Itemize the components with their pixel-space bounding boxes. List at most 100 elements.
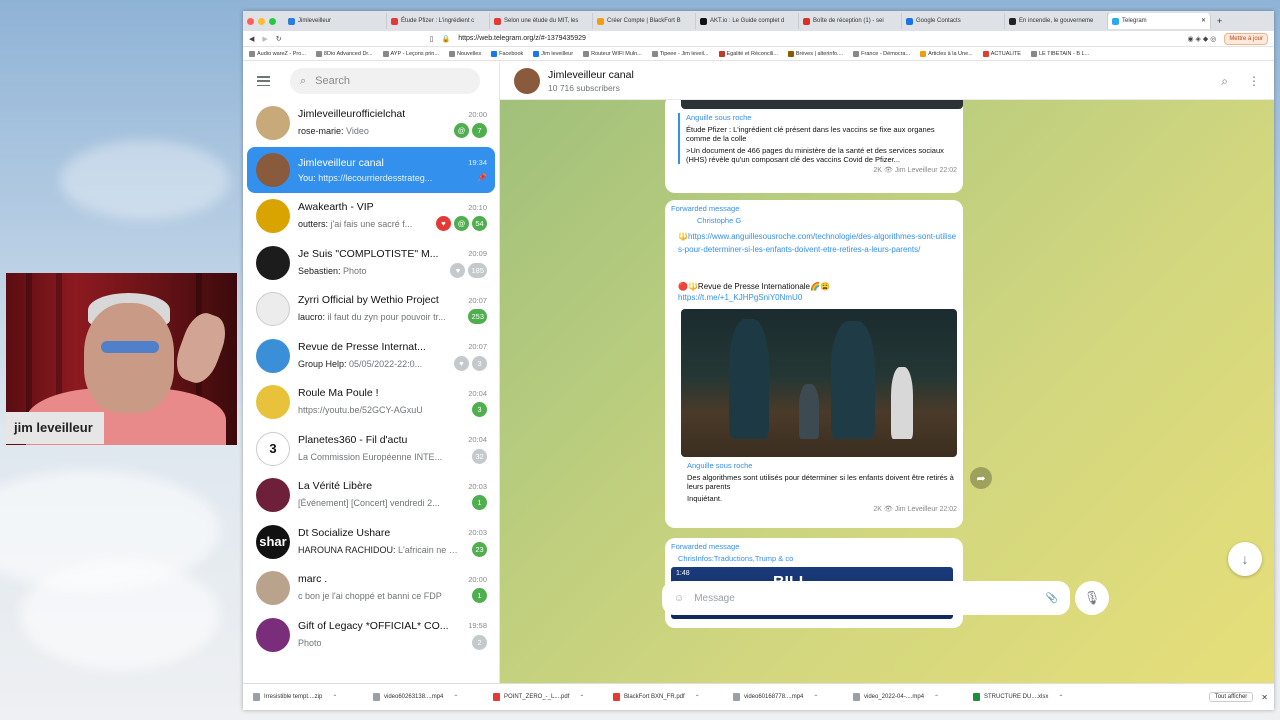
emoji-icon[interactable]: ☺ <box>674 593 684 604</box>
url-field[interactable]: https://web.telegram.org/z/#-1379435929 <box>458 35 1179 42</box>
message-bubble[interactable]: Anguille sous roche Étude Pfizer : L'ing… <box>665 95 963 193</box>
browser-window: Jimleveilleur Étude Pfizer : L'ingrédien… <box>243 11 1274 710</box>
bookmark-item[interactable]: Articles à la Une... <box>920 50 973 57</box>
search-icon[interactable]: ⌕ <box>1221 74 1228 89</box>
bookmark-item[interactable]: Routeur WIFI Muln... <box>583 50 642 57</box>
chat-list-item[interactable]: Jimleveilleurofficielchat 20:00 rose-marie… <box>247 100 495 147</box>
chat-list-item[interactable]: 3 Planetes360 - Fil d'actu 20:04 La Commis… <box>247 426 495 473</box>
browser-tab[interactable]: Étude Pfizer : L'ingrédient c <box>387 13 490 29</box>
chat-preview: Sebastien: Photo <box>298 266 367 276</box>
chat-list-item[interactable]: Roule Ma Poule ! 20:04 https://youtu.be/5… <box>247 379 495 426</box>
desktop-cloud <box>60 140 230 220</box>
search-input[interactable]: ⌕ Search <box>290 68 480 94</box>
download-item[interactable]: BlackFort BXN_FR.pdf ⌃ <box>613 693 733 701</box>
download-item[interactable]: video_2022-04-....mp4 ⌃ <box>853 693 973 701</box>
forward-icon[interactable]: ▶ <box>262 35 267 43</box>
chat-preview: Photo <box>298 638 322 648</box>
reload-icon[interactable]: ↻ <box>276 35 282 43</box>
telegram-app: ⌕ Search Jimleveilleurofficielchat 20:00 r… <box>243 62 1274 683</box>
message-meta: 2K 👁 Jim Leveilleur 22:02 <box>873 506 957 513</box>
chat-name: Zyrri Official by Wethio Project <box>298 294 439 307</box>
microphone-button[interactable]: 🎙 <box>1075 581 1109 615</box>
chat-list-item[interactable]: Gift of Legacy *OFFICIAL* CO... 19:58 Pho… <box>247 612 495 659</box>
chevron-up-icon: ⌃ <box>934 694 940 701</box>
browser-tab[interactable]: Créer Compte | BlackFort B <box>593 13 696 29</box>
browser-tab[interactable]: Jimleveilleur <box>284 13 387 29</box>
browser-tab[interactable]: En incendie, le gouverneme <box>1005 13 1108 29</box>
bookmark-item[interactable]: Audio wareZ - Pro... <box>249 50 306 57</box>
arrow-down-icon: ↓ <box>1241 551 1249 567</box>
unread-badge: 7 <box>472 123 487 139</box>
chat-list-item[interactable]: marc . 20:00 c bon je l'ai choppé et bann… <box>247 565 495 612</box>
bookmark-item[interactable]: Facebook <box>491 50 523 57</box>
download-item[interactable]: POINT_ZERO_-_L....pdf ⌃ <box>493 693 613 701</box>
unread-badge: @ <box>454 123 469 139</box>
chat-name: Jimleveilleur canal <box>298 156 384 169</box>
bookmark-item[interactable]: AYP - Leçons prin... <box>382 50 439 57</box>
download-item[interactable]: video60263138....mp4 ⌃ <box>373 693 493 701</box>
chat-list-item[interactable]: Revue de Presse Internat... 20:07 Group He… <box>247 333 495 380</box>
chat-preview: La Commission Européenne INTE... <box>298 452 442 462</box>
unread-badge: 3 <box>472 402 487 418</box>
bookmark-item[interactable]: Brèves | alterinfo.... <box>787 50 843 57</box>
lock-icon: 🔒 <box>441 35 451 43</box>
chat-list-item[interactable]: Awakearth - VIP 20:10 outters: j'ai fais u… <box>247 193 495 240</box>
bookmark-item[interactable]: Tipeee - Jim leveil... <box>651 50 709 57</box>
scroll-to-bottom-button[interactable]: ↓ <box>1228 542 1262 576</box>
close-tab-icon[interactable]: ✕ <box>1201 13 1206 29</box>
channel-avatar[interactable] <box>514 67 540 94</box>
more-options-icon[interactable]: ⋮ <box>1248 74 1260 89</box>
bookmark-item[interactable]: Jim leveilleur <box>533 50 573 57</box>
chat-preview: rose-marie: Video <box>298 126 369 136</box>
chat-list-item[interactable]: Jimleveilleur canal 19:34 You: https://lec… <box>247 146 495 193</box>
message-link[interactable]: https://t.me/+1_KJHPgSniY0NmU0 <box>678 293 957 302</box>
message-composer[interactable]: ☺ Message 📎 <box>662 581 1070 615</box>
show-all-downloads-button[interactable]: Tout afficher <box>1208 692 1254 702</box>
browser-tab[interactable]: Google Contacts <box>902 13 1005 29</box>
chat-preview-text: https://youtu.be/52GCY-AGxuU <box>298 405 423 416</box>
chat-sender: outters: <box>298 219 329 230</box>
link-preview[interactable]: Anguille sous roche Étude Pfizer : L'ing… <box>678 113 957 164</box>
download-item[interactable]: Irresistible tempt....zip ⌃ <box>253 693 373 701</box>
chat-list-item[interactable]: shar Dt Socialize Ushare 20:03 HAROUNA RACH… <box>247 519 495 566</box>
link-preview[interactable]: Anguille sous roche Des algorithmes sont… <box>678 461 957 503</box>
forward-icon[interactable]: ➦ <box>970 467 992 489</box>
preview-source: Anguille sous roche <box>686 113 752 122</box>
bookmark-icon[interactable]: ▯ <box>430 35 434 43</box>
browser-tab[interactable]: Boîte de réception (1) - sei <box>799 13 902 29</box>
menu-icon[interactable] <box>257 76 270 86</box>
chat-preview-text: 05/05/2022-22:0... <box>349 358 423 369</box>
browser-tab[interactable]: AKT.io : Le Guide complet d <box>696 13 799 29</box>
browser-tab[interactable]: Selon une étude du MIT, les <box>490 13 593 29</box>
bookmark-item[interactable]: 8Dio Advanced Dr... <box>315 50 373 57</box>
bookmark-item[interactable]: France - Démocra... <box>853 50 910 57</box>
download-item[interactable]: video60168778....mp4 ⌃ <box>733 693 853 701</box>
new-tab-icon[interactable]: + <box>1217 16 1222 26</box>
forwarded-from[interactable]: Christophe G <box>671 216 957 225</box>
forwarded-from[interactable]: ChrisInfos:Traductions,Trump & co <box>671 554 957 563</box>
chevron-up-icon: ⌃ <box>453 694 459 701</box>
browser-tab-active[interactable]: Telegram ✕ <box>1108 13 1211 29</box>
download-item[interactable]: STRUCTURE DU....xlsx ⌃ <box>973 693 1093 701</box>
close-icon[interactable]: ✕ <box>1261 693 1268 702</box>
update-button[interactable]: Mettre à jour <box>1224 32 1268 45</box>
back-icon[interactable]: ◀ <box>249 35 254 43</box>
bookmark-item[interactable]: ACTUALITE <box>982 50 1021 57</box>
bookmark-item[interactable]: Egalité et Réconcili... <box>718 50 778 57</box>
preview-photo[interactable] <box>681 309 957 457</box>
message-bubble[interactable]: Forwarded message Christophe G 🔱https://… <box>665 200 963 528</box>
chat-list-item[interactable]: Je Suis "COMPLOTISTE" M... 20:09 Sebastien… <box>247 240 495 287</box>
window-controls[interactable] <box>247 17 276 25</box>
extensions-icon[interactable]: ◉ ◈ ◆ ◎ <box>1187 35 1216 43</box>
video-duration: 1:48 <box>676 570 690 577</box>
bookmark-item[interactable]: Nouvelles <box>448 50 481 57</box>
bookmark-item[interactable]: LE TIBETAIN - B L... <box>1030 50 1089 57</box>
attach-icon[interactable]: 📎 <box>1046 593 1058 604</box>
message-link[interactable]: 🔱https://www.anguillesousroche.com/techn… <box>678 231 957 256</box>
unread-badge: 3 <box>472 355 487 371</box>
message-input[interactable]: Message <box>694 593 1035 604</box>
chat-header[interactable]: Jimleveilleur canal 10 716 subscribers ⌕… <box>500 62 1274 100</box>
chat-name: Gift of Legacy *OFFICIAL* CO... <box>298 619 449 632</box>
chat-list-item[interactable]: La Vérité Libère 20:03 [Événement] [Conce… <box>247 472 495 519</box>
chat-list-item[interactable]: Zyrri Official by Wethio Project 20:07 lau… <box>247 286 495 333</box>
